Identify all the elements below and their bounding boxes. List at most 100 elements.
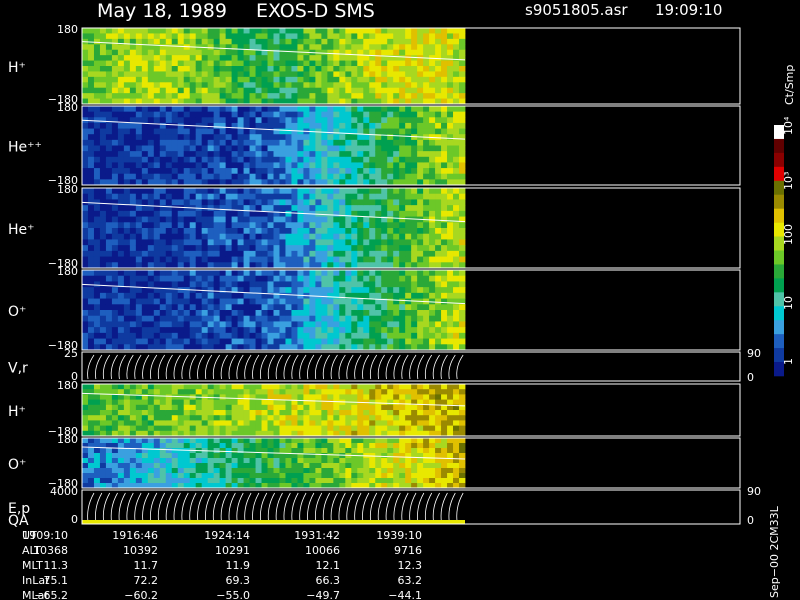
spectrogram-cell: [141, 463, 149, 469]
spectrogram-cell: [291, 338, 298, 345]
spectrogram-cell: [429, 122, 436, 129]
spectrogram-cell: [309, 338, 316, 345]
spectrogram-cell: [327, 338, 334, 345]
spectrogram-cell: [345, 60, 352, 67]
spectrogram-cell: [255, 443, 262, 449]
spectrogram-cell: [429, 128, 436, 135]
spectrogram-cell: [159, 216, 167, 223]
spectrogram-cell: [111, 304, 119, 311]
spectrogram-cell: [171, 179, 179, 186]
spectrogram-cell: [435, 151, 442, 158]
spectrogram-cell: [213, 222, 221, 229]
spectrogram-cell: [111, 315, 119, 322]
spectrogram-cell: [291, 262, 298, 269]
spectrogram-cell: [285, 145, 292, 152]
spectrogram-cell: [453, 453, 460, 459]
spectrogram-cell: [273, 44, 280, 51]
spectrogram-cell: [453, 33, 460, 40]
spectrogram-cell: [82, 399, 89, 406]
spectrogram-cell: [93, 117, 101, 124]
spectrogram-cell: [165, 128, 173, 135]
panel-5: [81, 351, 741, 382]
spectrogram-cell: [453, 179, 460, 186]
spectrogram-cell: [315, 66, 322, 72]
spectrogram-cell: [339, 168, 346, 175]
spectrogram-cell: [147, 298, 155, 305]
spectrogram-cell: [213, 420, 221, 426]
spectrogram-cell: [363, 205, 370, 212]
spectrogram-cell: [291, 256, 298, 263]
spectrogram-cell: [435, 145, 442, 152]
spectrogram-cell: [195, 389, 203, 395]
spectrogram-cell: [231, 410, 238, 416]
spectrogram-cell: [111, 415, 119, 421]
spectrogram-cell: [447, 60, 454, 67]
spectrogram-cell: [327, 106, 334, 113]
spectrogram-cell: [261, 338, 268, 345]
spectrogram-cell: [255, 134, 262, 141]
spectrogram-cell: [267, 145, 274, 152]
spectrogram-cell: [339, 287, 346, 294]
spectrogram-cell: [82, 292, 89, 299]
spectrogram-cell: [135, 117, 143, 124]
spectrogram-cell: [243, 410, 250, 416]
spectrogram-cell: [243, 292, 250, 299]
spectrogram-cell: [261, 438, 268, 444]
spectrogram-cell: [405, 468, 412, 474]
spectrogram-cell: [189, 270, 197, 277]
spectrogram-cell: [387, 82, 394, 89]
spectrogram-cell: [117, 151, 125, 158]
spectrogram-cell: [141, 128, 149, 135]
spectrogram-cell: [453, 315, 460, 322]
spectrogram-cell: [213, 478, 221, 484]
spectrogram-cell: [351, 168, 358, 175]
spectrogram-cell: [309, 222, 316, 229]
spectrogram-cell: [447, 210, 454, 217]
spectrogram-cell: [405, 134, 412, 141]
spectrogram-cell: [387, 71, 394, 78]
spectrogram-cell: [165, 216, 173, 223]
spectrogram-cell: [177, 28, 185, 34]
spectrogram-cell: [411, 49, 418, 56]
spectrogram-cell: [213, 216, 221, 223]
spectrogram-cell: [159, 173, 167, 180]
spectrogram-cell: [339, 420, 346, 426]
spectrogram-cell: [279, 256, 286, 263]
spectrogram-cell: [147, 49, 155, 56]
spectrogram-cell: [165, 49, 173, 56]
spectrogram-cell: [273, 281, 280, 288]
spectrogram-cell: [429, 275, 436, 282]
spectrogram-cell: [447, 122, 454, 129]
spectrogram-cell: [315, 145, 322, 152]
spectrogram-cell: [171, 82, 179, 89]
spectrogram-cell: [255, 310, 262, 317]
spectrogram-cell: [243, 332, 250, 339]
spectrogram-cell: [315, 55, 322, 61]
spectrogram-cell: [147, 199, 155, 206]
spectrogram-cell: [171, 71, 179, 78]
spectrogram-cell: [429, 210, 436, 217]
spectrogram-cell: [435, 404, 442, 411]
spectrogram-cell: [189, 304, 197, 311]
spectrogram-cell: [123, 315, 131, 322]
spectrogram-cell: [207, 82, 215, 89]
spectrogram-cell: [123, 228, 131, 235]
spectrogram-cell: [453, 93, 460, 99]
spectrogram-cell: [273, 28, 280, 34]
spectrogram-cell: [237, 245, 244, 252]
spectrogram-cell: [363, 122, 370, 129]
spectrogram-cell: [147, 60, 155, 67]
spectrogram-cell: [405, 338, 412, 345]
spectrogram-cell: [363, 384, 370, 390]
spectrogram-cell: [309, 151, 316, 158]
spectrogram-cell: [165, 66, 173, 72]
spectrogram-cell: [147, 151, 155, 158]
spectrogram-cell: [309, 87, 316, 94]
spectrogram-cell: [237, 87, 244, 94]
spectrogram-cell: [351, 389, 358, 395]
spectrogram-cell: [291, 199, 298, 206]
spectrogram-cell: [315, 458, 322, 464]
spectrogram-cell: [249, 389, 256, 395]
spectrogram-cell: [423, 270, 430, 277]
spectrogram-cell: [399, 292, 406, 299]
